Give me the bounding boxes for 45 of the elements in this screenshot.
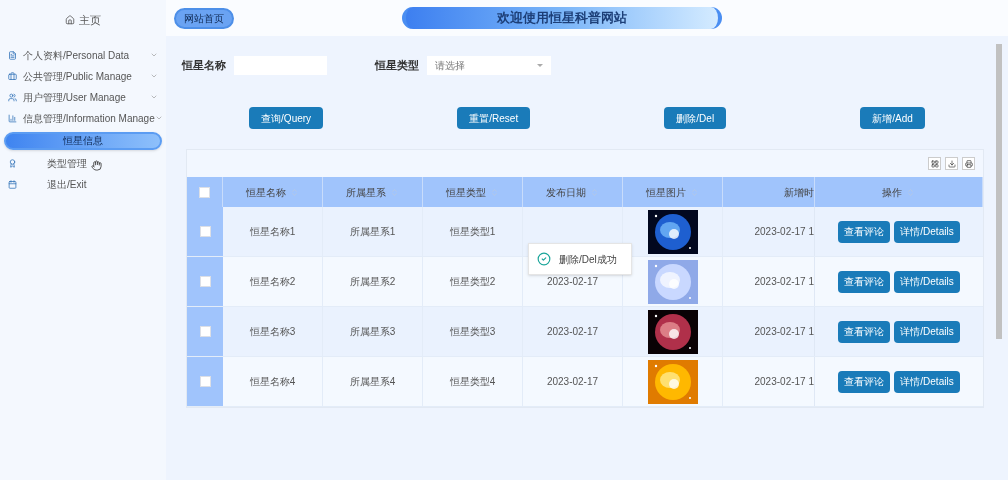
table-cell-text: 恒星名称1 — [249, 225, 296, 239]
field-label: 恒星名称 — [182, 58, 226, 74]
table-cell-text: 恒星类型4 — [449, 375, 496, 389]
action-button[interactable]: 新增/Add — [860, 107, 925, 129]
table-cell-text: 恒星名称2 — [249, 275, 296, 289]
row-action-button[interactable]: 查看评论 — [838, 370, 891, 393]
table-cell-text: 2023-02-17 1 — [754, 325, 814, 339]
table-cell-text: 所属星系4 — [349, 375, 396, 389]
table-cell-text: 2023-02-17 1 — [754, 225, 814, 239]
table-cell-text: 2023-02-17 — [546, 275, 599, 289]
table-cell-text: 2023-02-17 1 — [754, 375, 814, 389]
row-action-button[interactable]: 详情/Details — [894, 320, 960, 343]
row-action-button[interactable]: 详情/Details — [894, 370, 960, 393]
action-button[interactable]: 删除/Del — [664, 107, 727, 129]
menu-item[interactable]: 公共管理/Public Manage — [0, 65, 166, 87]
table-cell-text: 所属星系3 — [349, 325, 396, 339]
menu-item[interactable]: 信息管理/Information Manage — [0, 107, 166, 129]
action-button[interactable]: 重置/Reset — [457, 107, 531, 129]
row-action-button[interactable]: 查看评论 — [838, 320, 891, 343]
table-cell-text: 所属星系2 — [349, 275, 396, 289]
table-cell-text: 2023-02-17 1 — [754, 275, 814, 289]
table-cell-text: 恒星名称3 — [249, 325, 296, 339]
submenu-item[interactable]: 恒星信息 — [4, 131, 162, 150]
table-cell-text: 恒星类型2 — [449, 275, 496, 289]
table-cell-text: 恒星类型1 — [449, 225, 496, 239]
breadcrumb-link[interactable]: 网站首页 — [174, 7, 234, 29]
site-title-banner: 欢迎使用恒星科普网站 — [402, 7, 722, 29]
row-action-button[interactable]: 详情/Details — [894, 220, 960, 243]
menu-item[interactable]: 用户管理/User Manage — [0, 86, 166, 108]
field-label: 恒星类型 — [375, 58, 419, 74]
row-action-button[interactable]: 详情/Details — [894, 270, 960, 293]
table-cell-text: 所属星系1 — [349, 225, 396, 239]
table-cell-text: 恒星类型3 — [449, 325, 496, 339]
action-button[interactable]: 查询/Query — [249, 107, 324, 129]
table-cell-text: 2023-02-17 — [546, 325, 599, 339]
menu-item[interactable]: 退出/Exit — [0, 173, 166, 195]
table-cell-text: 恒星名称4 — [249, 375, 296, 389]
table-cell-text: 2023-02-17 — [546, 375, 599, 389]
row-action-button[interactable]: 查看评论 — [838, 270, 891, 293]
home-link[interactable]: 主页 — [0, 12, 166, 29]
row-action-button[interactable]: 查看评论 — [838, 220, 891, 243]
menu-item[interactable]: 类型管理 — [0, 152, 166, 174]
type-select[interactable]: 请选择 — [427, 56, 551, 75]
menu-item[interactable]: 个人资料/Personal Data — [0, 44, 166, 66]
toast: 删除/Del成功 — [528, 243, 632, 275]
